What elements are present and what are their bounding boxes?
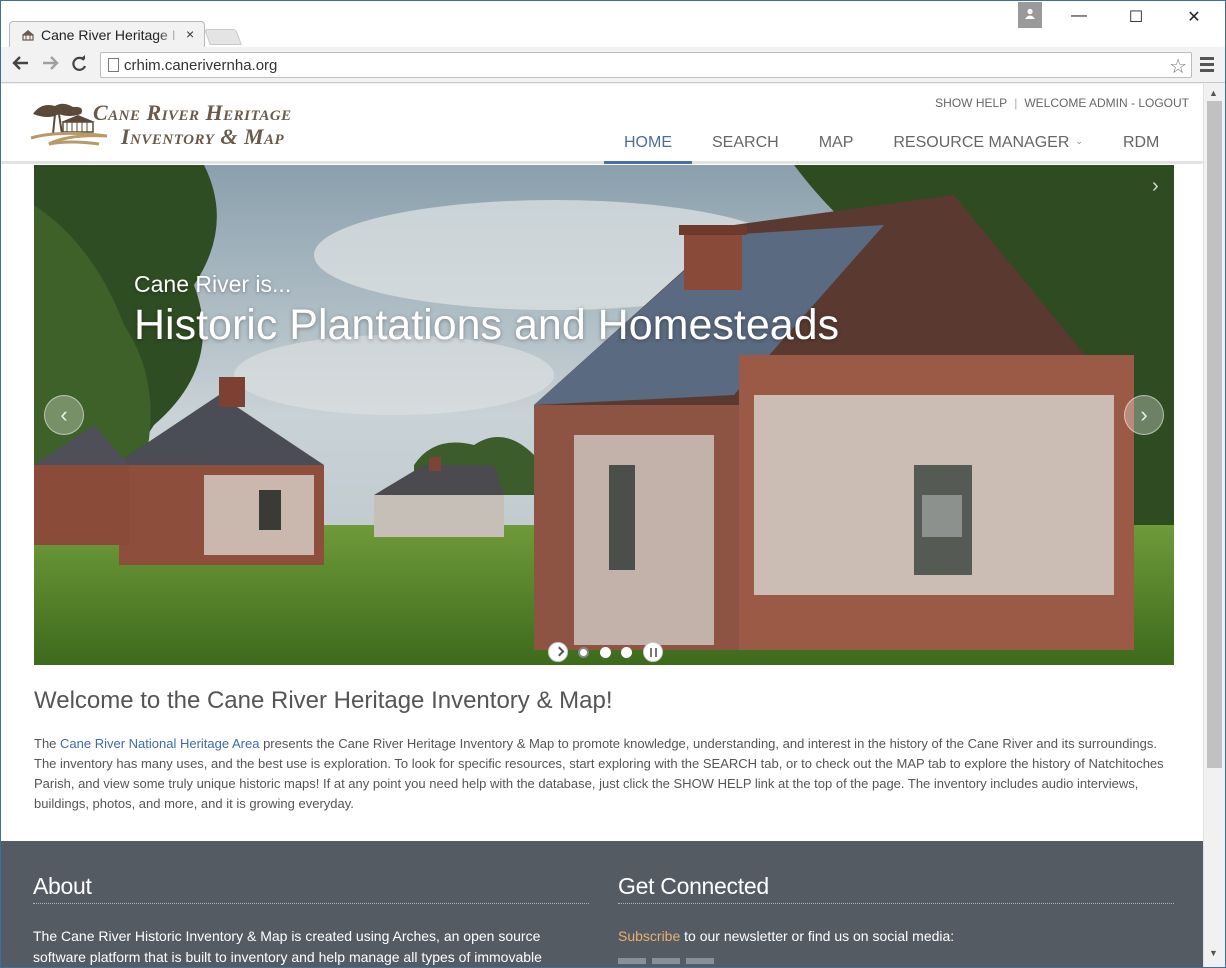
footer-about: About The Cane River Historic Inventory …: [33, 873, 589, 967]
scroll-down-icon[interactable]: ▼: [1209, 948, 1218, 958]
tab-title: Cane River Heritage I: [41, 27, 181, 43]
scroll-up-icon[interactable]: ▲: [1209, 88, 1218, 98]
social-icons: [618, 951, 1174, 967]
new-tab-button[interactable]: [204, 29, 242, 45]
browser-tab[interactable]: Cane River Heritage I ×: [9, 21, 205, 47]
url-text[interactable]: crhim.canerivernha.org: [124, 57, 277, 74]
reload-button[interactable]: [68, 55, 90, 75]
chevron-right-icon: ›: [1140, 402, 1148, 427]
scroll-thumb[interactable]: [1207, 101, 1222, 768]
utility-separator: |: [1014, 96, 1018, 110]
carousel-dot-3[interactable]: [621, 646, 633, 658]
house-favicon-icon: [22, 30, 34, 41]
maximize-button[interactable]: ☐: [1116, 7, 1156, 31]
title-bar: Cane River Heritage I × — ☐ ✕: [1, 1, 1225, 47]
hero-carousel: Cane River is... Historic Plantations an…: [34, 165, 1174, 665]
heritage-area-link[interactable]: Cane River National Heritage Area: [60, 736, 259, 751]
carousel-pause-button[interactable]: [642, 642, 663, 662]
hero-kicker: Cane River is...: [134, 271, 292, 297]
connect-heading: Get Connected: [618, 873, 1174, 904]
about-text: The Cane River Historic Inventory & Map …: [33, 928, 542, 965]
arrow-right-icon: [43, 56, 59, 70]
nav-search-label: SEARCH: [712, 134, 779, 151]
site-header: Cane River Heritage Inventory & Map SHOW…: [1, 84, 1203, 164]
profile-button[interactable]: [1018, 2, 1042, 28]
footer-connect: Get Connected Subscribe to our newslette…: [618, 873, 1174, 967]
nav-map-label: MAP: [818, 134, 854, 151]
carousel-play-button[interactable]: [548, 642, 568, 662]
welcome-logout-link[interactable]: WELCOME ADMIN - LOGOUT: [1024, 96, 1189, 110]
connect-text: Subscribe to our newsletter or find us o…: [618, 926, 1174, 947]
chevron-down-icon: ⌄: [1075, 136, 1083, 146]
welcome-body: The Cane River National Heritage Area pr…: [34, 734, 1174, 814]
carousel-dot-2[interactable]: [599, 646, 611, 658]
social-icon-3[interactable]: [686, 958, 714, 964]
reload-icon: [72, 55, 87, 71]
bookmark-star-icon[interactable]: ☆: [1169, 54, 1187, 79]
carousel-prev-button[interactable]: ‹: [44, 395, 84, 435]
subscribe-link[interactable]: Subscribe: [618, 928, 680, 944]
site-footer: About The Cane River Historic Inventory …: [1, 841, 1203, 967]
hero-title: Historic Plantations and Homesteads: [134, 301, 840, 349]
carousel-controls: [548, 642, 669, 662]
page-icon: [108, 58, 119, 72]
social-icon-2[interactable]: [652, 958, 680, 964]
back-button[interactable]: [10, 55, 32, 75]
hamburger-menu-icon[interactable]: [1200, 57, 1214, 73]
nav-rdm[interactable]: RDM: [1103, 128, 1179, 164]
nav-resource-manager-label: RESOURCE MANAGER: [893, 134, 1070, 151]
arrow-left-icon: [12, 56, 28, 70]
carousel-dot-1[interactable]: [578, 646, 590, 658]
social-icon-1[interactable]: [618, 958, 646, 964]
nav-search[interactable]: SEARCH: [692, 128, 799, 164]
logo-title-line1: Cane River Heritage: [93, 100, 292, 125]
welcome-body-prefix: The: [34, 736, 61, 751]
address-bar[interactable]: crhim.canerivernha.org ☆: [100, 52, 1192, 78]
show-help-link[interactable]: SHOW HELP: [935, 96, 1007, 110]
nav-home-label: HOME: [624, 134, 672, 151]
nav-home[interactable]: HOME: [604, 128, 692, 164]
forward-button[interactable]: [39, 55, 61, 75]
utility-links: SHOW HELP | WELCOME ADMIN - LOGOUT: [935, 96, 1189, 110]
hero-photo: [34, 165, 1174, 665]
main-nav: HOME SEARCH MAP RESOURCE MANAGER ⌄ RDM: [604, 128, 1179, 164]
person-icon: [1025, 8, 1035, 19]
welcome-title: Welcome to the Cane River Heritage Inven…: [34, 687, 613, 714]
tab-close-icon[interactable]: ×: [186, 26, 194, 42]
logo-title-line2: Inventory & Map: [121, 124, 285, 149]
nav-resource-manager[interactable]: RESOURCE MANAGER ⌄: [873, 128, 1103, 164]
page-viewport: Cane River Heritage Inventory & Map SHOW…: [1, 84, 1203, 967]
about-heading: About: [33, 873, 589, 904]
close-window-button[interactable]: ✕: [1174, 7, 1214, 31]
chevron-left-icon: ‹: [60, 402, 68, 427]
carousel-next-button[interactable]: ›: [1124, 395, 1164, 435]
site-logo[interactable]: Cane River Heritage Inventory & Map: [29, 100, 329, 150]
corner-chevron-icon: ›: [1152, 175, 1159, 197]
page-scrollbar[interactable]: ▲ ▼: [1203, 84, 1225, 967]
minimize-button[interactable]: —: [1059, 7, 1099, 31]
browser-toolbar: crhim.canerivernha.org ☆: [1, 47, 1225, 83]
browser-window: Cane River Heritage I × — ☐ ✕ crhim.cane…: [0, 0, 1226, 968]
connect-text-rest: to our newsletter or find us on social m…: [680, 928, 955, 944]
nav-map[interactable]: MAP: [799, 128, 874, 164]
nav-rdm-label: RDM: [1122, 134, 1160, 151]
